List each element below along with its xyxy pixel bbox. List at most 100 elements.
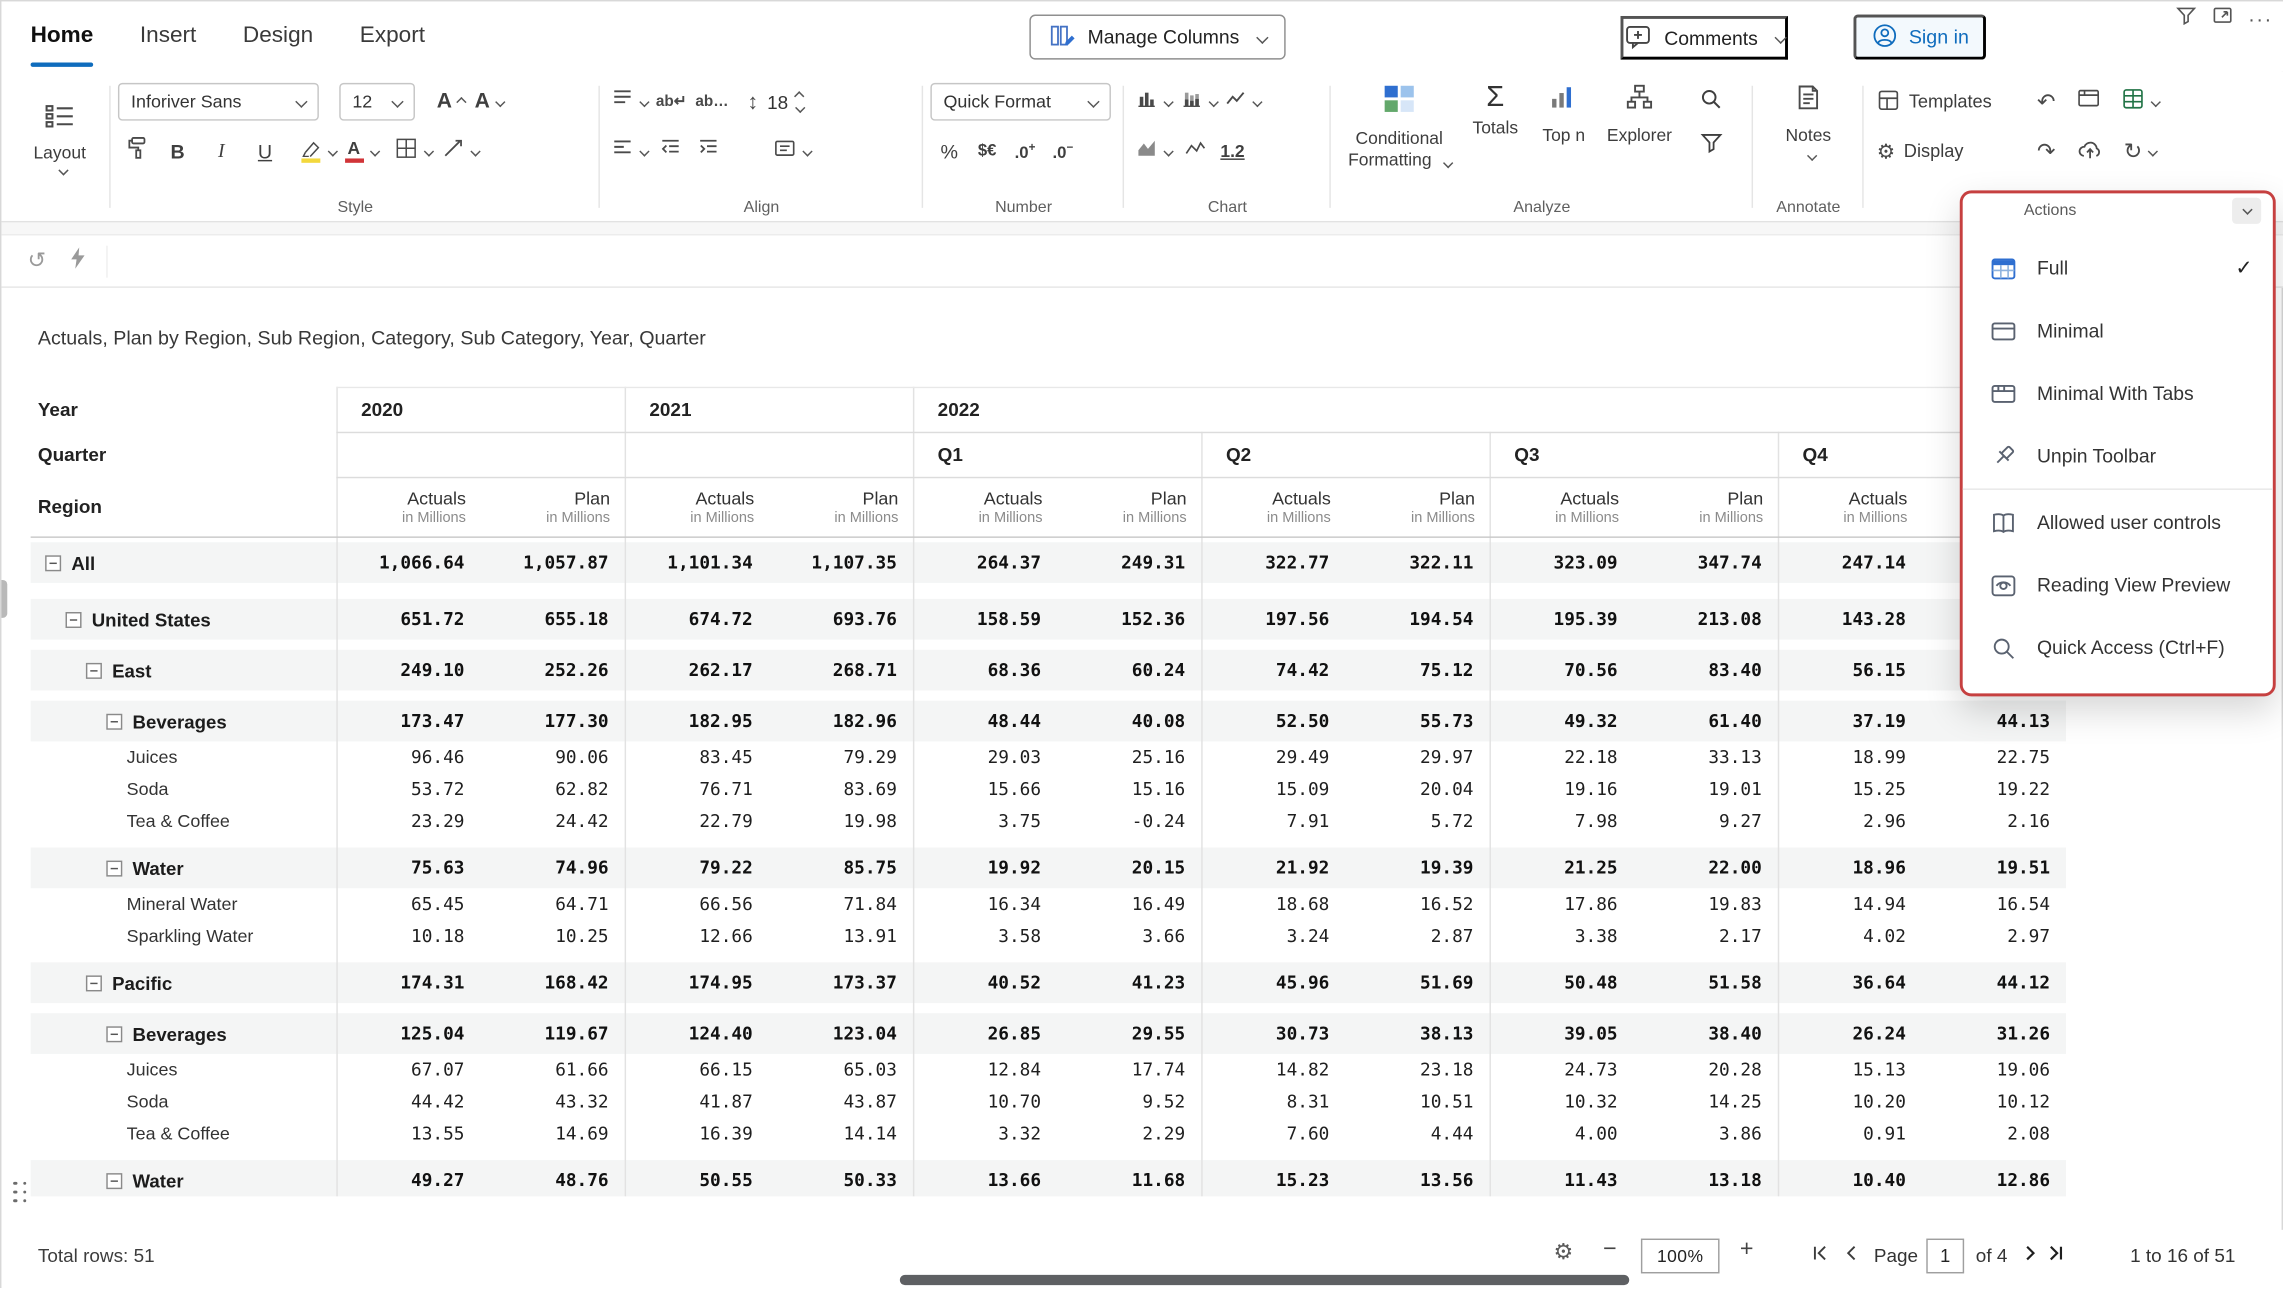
value-cell[interactable]: 174.31 bbox=[336, 973, 480, 993]
value-cell[interactable]: 143.28 bbox=[1778, 609, 1922, 629]
value-cell[interactable]: 323.09 bbox=[1489, 552, 1633, 572]
value-cell[interactable]: 71.84 bbox=[769, 894, 913, 914]
value-cell[interactable]: 16.49 bbox=[1057, 894, 1201, 914]
formula-input[interactable] bbox=[107, 239, 2283, 283]
value-cell[interactable]: 16.39 bbox=[625, 1124, 769, 1144]
font-size-select[interactable]: 12 bbox=[339, 83, 415, 121]
value-cell[interactable]: 51.58 bbox=[1634, 973, 1778, 993]
value-cell[interactable]: 177.30 bbox=[480, 711, 624, 731]
value-cell[interactable]: 3.75 bbox=[913, 811, 1057, 831]
value-cell[interactable]: 22.00 bbox=[1634, 858, 1778, 878]
percent-button[interactable]: % bbox=[930, 131, 968, 172]
value-cell[interactable]: 61.40 bbox=[1634, 711, 1778, 731]
horizontal-align-button[interactable] bbox=[607, 131, 651, 172]
value-cell[interactable]: 30.73 bbox=[1201, 1023, 1345, 1043]
value-cell[interactable]: 19.06 bbox=[1922, 1060, 2066, 1080]
underline-button[interactable]: U bbox=[243, 131, 287, 172]
row-header-cell[interactable]: Soda bbox=[31, 1092, 337, 1112]
row-header-cell[interactable]: Pacific bbox=[31, 972, 337, 994]
decimal-format-button[interactable]: 1.2 bbox=[1214, 131, 1252, 172]
wrap-text-button[interactable]: ab↵ bbox=[652, 81, 691, 122]
value-cell[interactable]: 29.03 bbox=[913, 747, 1057, 767]
drag-handle-icon[interactable] bbox=[10, 1179, 29, 1205]
value-cell[interactable]: 655.18 bbox=[480, 609, 624, 629]
value-cell[interactable]: 12.86 bbox=[1922, 1170, 2066, 1190]
row-header-cell[interactable]: All bbox=[31, 552, 337, 574]
value-cell[interactable]: 41.23 bbox=[1057, 973, 1201, 993]
value-cell[interactable]: 3.66 bbox=[1057, 926, 1201, 946]
quick-format-select[interactable]: Quick Format bbox=[930, 83, 1111, 121]
area-chart-button[interactable] bbox=[1131, 131, 1175, 172]
value-cell[interactable]: 194.54 bbox=[1345, 609, 1489, 629]
value-cell[interactable]: 9.52 bbox=[1057, 1092, 1201, 1112]
value-cell[interactable]: 15.16 bbox=[1057, 779, 1201, 799]
refresh-button[interactable]: ↻ bbox=[2124, 140, 2156, 162]
value-cell[interactable]: 10.51 bbox=[1345, 1092, 1489, 1112]
value-cell[interactable]: -0.24 bbox=[1057, 811, 1201, 831]
vertical-align-button[interactable] bbox=[607, 81, 651, 122]
value-cell[interactable]: 20.04 bbox=[1345, 779, 1489, 799]
top-n-button[interactable]: Top n bbox=[1530, 71, 1597, 199]
value-cell[interactable]: 249.10 bbox=[336, 660, 480, 680]
value-cell[interactable]: 52.50 bbox=[1201, 711, 1345, 731]
value-cell[interactable]: 19.98 bbox=[769, 811, 913, 831]
value-cell[interactable]: 15.13 bbox=[1778, 1060, 1922, 1080]
value-cell[interactable]: 40.08 bbox=[1057, 711, 1201, 731]
actions-menu-toggle[interactable] bbox=[2232, 198, 2261, 224]
value-cell[interactable]: 13.91 bbox=[769, 926, 913, 946]
value-cell[interactable]: 68.36 bbox=[913, 660, 1057, 680]
row-header-cell[interactable]: Beverages bbox=[31, 710, 337, 732]
value-cell[interactable]: 262.17 bbox=[625, 660, 769, 680]
menu-item-allowed-user-controls[interactable]: Allowed user controls bbox=[1963, 491, 2273, 554]
collapse-icon[interactable] bbox=[66, 611, 82, 627]
stacked-chart-button[interactable] bbox=[1176, 81, 1220, 122]
measure-header[interactable]: Planin Millions bbox=[480, 477, 624, 537]
value-cell[interactable]: 74.96 bbox=[480, 858, 624, 878]
value-cell[interactable]: 268.71 bbox=[769, 660, 913, 680]
value-cell[interactable]: 7.91 bbox=[1201, 811, 1345, 831]
year-header[interactable]: 2022 bbox=[913, 387, 2066, 432]
value-cell[interactable]: 152.36 bbox=[1057, 609, 1201, 629]
value-cell[interactable]: 264.37 bbox=[913, 552, 1057, 572]
value-cell[interactable]: 19.83 bbox=[1634, 894, 1778, 914]
value-cell[interactable]: 38.13 bbox=[1345, 1023, 1489, 1043]
border-style-button[interactable] bbox=[436, 131, 482, 172]
horizontal-scrollbar[interactable] bbox=[900, 1275, 1629, 1285]
currency-button[interactable]: $€ bbox=[968, 131, 1006, 172]
value-cell[interactable]: 174.95 bbox=[625, 973, 769, 993]
value-cell[interactable]: 3.58 bbox=[913, 926, 1057, 946]
value-cell[interactable]: 37.19 bbox=[1778, 711, 1922, 731]
menu-item-full[interactable]: Full✓ bbox=[1963, 237, 2273, 300]
line-chart-button[interactable] bbox=[1220, 81, 1264, 122]
value-cell[interactable]: 249.31 bbox=[1057, 552, 1201, 572]
value-cell[interactable]: 48.44 bbox=[913, 711, 1057, 731]
value-cell[interactable]: 49.32 bbox=[1489, 711, 1633, 731]
row-header-cell[interactable]: Tea & Coffee bbox=[31, 811, 337, 831]
value-cell[interactable]: 2.29 bbox=[1057, 1124, 1201, 1144]
bar-chart-button[interactable] bbox=[1131, 81, 1175, 122]
decrease-indent-button[interactable] bbox=[652, 131, 690, 172]
value-cell[interactable]: 213.08 bbox=[1634, 609, 1778, 629]
value-cell[interactable]: 16.54 bbox=[1922, 894, 2066, 914]
filter-icon[interactable] bbox=[2175, 4, 2197, 33]
row-header-cell[interactable]: Tea & Coffee bbox=[31, 1124, 337, 1144]
value-cell[interactable]: 14.25 bbox=[1634, 1092, 1778, 1112]
value-cell[interactable]: 195.39 bbox=[1489, 609, 1633, 629]
collapse-icon[interactable] bbox=[86, 975, 102, 991]
value-cell[interactable]: 8.31 bbox=[1201, 1092, 1345, 1112]
value-cell[interactable]: 23.18 bbox=[1345, 1060, 1489, 1080]
value-cell[interactable]: 62.82 bbox=[480, 779, 624, 799]
templates-button[interactable]: Templates bbox=[1877, 84, 2017, 119]
font-color-button[interactable]: A bbox=[340, 131, 381, 172]
value-cell[interactable]: 182.95 bbox=[625, 711, 769, 731]
text-overflow-button[interactable]: ab… bbox=[691, 81, 733, 122]
value-cell[interactable]: 322.77 bbox=[1201, 552, 1345, 572]
value-cell[interactable]: 9.27 bbox=[1634, 811, 1778, 831]
menu-item-minimal-with-tabs[interactable]: Minimal With Tabs bbox=[1963, 362, 2273, 425]
value-cell[interactable]: 31.26 bbox=[1922, 1023, 2066, 1043]
row-header-cell[interactable]: Juices bbox=[31, 747, 337, 767]
row-height-control[interactable]: ↕ 18 bbox=[747, 91, 803, 113]
value-cell[interactable]: 3.86 bbox=[1634, 1124, 1778, 1144]
focus-mode-icon[interactable] bbox=[2212, 4, 2234, 33]
value-cell[interactable]: 10.18 bbox=[336, 926, 480, 946]
